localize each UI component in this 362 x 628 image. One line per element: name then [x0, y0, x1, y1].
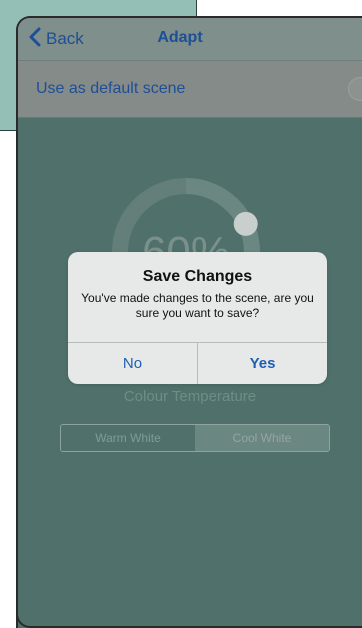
warm-white-option[interactable]: Warm White: [61, 425, 195, 451]
default-scene-label: Use as default scene: [36, 80, 186, 97]
dialog-title: Save Changes: [142, 268, 253, 285]
colour-temperature-selector: Warm White Cool White: [60, 424, 330, 452]
phone-frame-edge: [16, 608, 362, 628]
cool-white-option[interactable]: Cool White: [195, 425, 329, 451]
save-changes-dialog: Save Changes You've made changes to the …: [68, 252, 327, 384]
yes-button[interactable]: Yes: [198, 343, 327, 384]
phone-screen: Back Adapt Use as default scene 60% Colo…: [16, 16, 362, 628]
dialog-message: You've made changes to the scene, are yo…: [81, 291, 314, 320]
navigation-bar: Back Adapt: [18, 18, 362, 61]
default-scene-row[interactable]: Use as default scene: [18, 61, 362, 118]
no-button[interactable]: No: [68, 343, 197, 384]
colour-temperature-label: Colour Temperature: [123, 388, 257, 405]
default-scene-radio[interactable]: [348, 77, 362, 101]
page-title: Adapt: [157, 29, 203, 46]
